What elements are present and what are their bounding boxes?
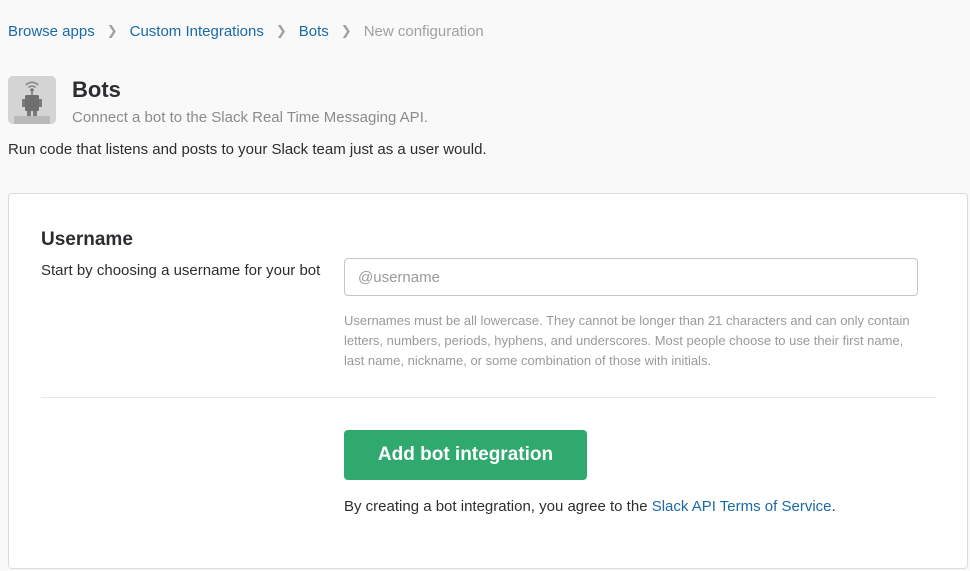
configuration-card: Username Start by choosing a username fo… — [8, 193, 968, 569]
username-section-title: Username — [41, 229, 133, 250]
terms-suffix: . — [831, 498, 836, 515]
username-help-text: Usernames must be all lowercase. They ca… — [344, 313, 910, 368]
breadcrumb-browse-apps[interactable]: Browse apps — [8, 23, 95, 40]
breadcrumb-custom-integrations[interactable]: Custom Integrations — [130, 23, 264, 40]
username-input[interactable] — [344, 258, 918, 296]
chevron-right-icon: ❯ — [275, 23, 287, 38]
breadcrumb-current: New configuration — [363, 22, 484, 40]
breadcrumb-bots[interactable]: Bots — [299, 23, 329, 40]
app-description: Run code that listens and posts to your … — [8, 141, 487, 158]
chevron-right-icon: ❯ — [106, 23, 118, 38]
chevron-right-icon: ❯ — [340, 23, 352, 38]
page-subtitle: Connect a bot to the Slack Real Time Mes… — [72, 109, 429, 126]
breadcrumb: Browse apps ❯ Custom Integrations ❯ Bots… — [8, 20, 484, 42]
add-bot-integration-button[interactable]: Add bot integration — [344, 430, 587, 480]
terms-text: By creating a bot integration, you agree… — [344, 497, 836, 517]
section-divider — [41, 397, 936, 398]
terms-of-service-link[interactable]: Slack API Terms of Service — [652, 498, 832, 515]
terms-prefix: By creating a bot integration, you agree… — [344, 498, 652, 515]
page-title: Bots — [72, 77, 121, 102]
bot-icon — [8, 76, 56, 124]
username-section-description: Start by choosing a username for your bo… — [41, 262, 321, 279]
